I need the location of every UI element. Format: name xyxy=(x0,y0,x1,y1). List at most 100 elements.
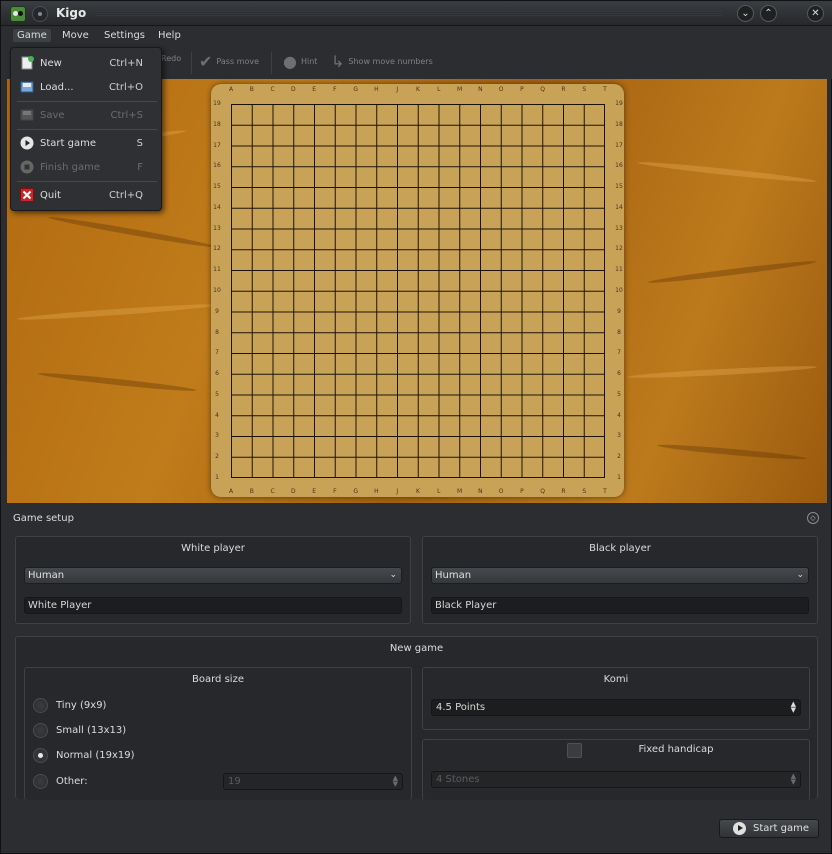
minimize-icon[interactable]: ⌄ xyxy=(737,5,754,22)
new-document-icon xyxy=(21,56,34,70)
close-icon[interactable]: ✕ xyxy=(807,5,824,22)
row-label: 13 xyxy=(213,224,221,232)
row-label: 1 xyxy=(617,474,621,481)
window-title: Kigo xyxy=(56,6,87,20)
kigo-app-icon[interactable] xyxy=(10,6,26,22)
row-label: 14 xyxy=(213,203,221,211)
collapse-icon[interactable]: ◇ xyxy=(807,512,819,524)
column-label: K xyxy=(416,488,420,495)
board-size-other-value: 19 xyxy=(228,776,241,787)
hint-button[interactable]: ● Hint xyxy=(283,52,317,71)
wood-grain xyxy=(17,302,217,322)
wood-grain xyxy=(47,214,217,250)
chevron-down-icon: ⌄ xyxy=(796,570,804,580)
chevron-down-icon: ⌄ xyxy=(389,570,397,580)
row-label: 3 xyxy=(617,432,621,440)
go-board[interactable]: ABCDEFGHJKLMNOPQRST ABCDEFGHJKLMNOPQRST … xyxy=(211,84,624,497)
row-label: 4 xyxy=(617,411,621,419)
column-label: C xyxy=(270,86,275,93)
menu-item-new[interactable]: New Ctrl+N xyxy=(11,52,161,74)
column-label: R xyxy=(561,488,566,495)
white-player-name-field[interactable]: White Player xyxy=(24,597,402,614)
board-size-small-label: Small (13x13) xyxy=(56,724,127,736)
row-label: 8 xyxy=(617,328,621,336)
black-player-type-select[interactable]: Human ⌄ xyxy=(431,567,809,584)
play-icon xyxy=(733,822,746,835)
column-label: B xyxy=(249,488,254,495)
radio-button[interactable] xyxy=(33,722,48,738)
column-label: J xyxy=(396,488,399,495)
row-label: 6 xyxy=(215,370,219,378)
handicap-spinbox[interactable]: 4 Stones ▲ ▼ xyxy=(431,771,801,788)
row-label: 6 xyxy=(617,370,621,378)
spin-arrows-icon: ▲ ▼ xyxy=(392,774,398,788)
maximize-icon[interactable]: ⌃ xyxy=(760,5,777,22)
row-label: 1 xyxy=(215,474,219,481)
column-label: A xyxy=(228,86,234,93)
menu-item-finish-game[interactable]: Finish game F xyxy=(11,156,161,178)
white-player-type-select[interactable]: Human ⌄ xyxy=(24,567,402,584)
row-label: 10 xyxy=(615,287,623,294)
column-label: T xyxy=(603,488,607,495)
radio-button-checked[interactable] xyxy=(33,747,48,763)
menu-move[interactable]: Move xyxy=(58,29,93,42)
board-size-other-option[interactable]: Other: xyxy=(33,772,88,790)
menu-item-save-shortcut: Ctrl+S xyxy=(110,109,143,121)
hint-label: Hint xyxy=(300,57,318,66)
row-label: 18 xyxy=(213,120,221,128)
radio-button[interactable] xyxy=(33,697,48,713)
column-label: O xyxy=(498,488,504,495)
wood-grain xyxy=(647,258,817,286)
start-game-button[interactable]: Start game xyxy=(719,819,819,838)
board-size-small-option[interactable]: Small (13x13) xyxy=(33,721,126,739)
row-label: 15 xyxy=(615,183,623,191)
white-player-type-value: Human xyxy=(28,570,65,581)
menu-help[interactable]: Help xyxy=(154,29,185,42)
spin-arrows-icon: ▲ ▼ xyxy=(790,700,796,714)
quit-icon xyxy=(20,188,34,202)
show-move-numbers-button[interactable]: ↳ Show move numbers xyxy=(331,52,433,71)
menu-settings[interactable]: Settings xyxy=(100,29,149,42)
menu-item-save[interactable]: Save Ctrl+S xyxy=(11,104,161,126)
wood-grain xyxy=(657,442,807,462)
spin-arrows-icon: ▲ ▼ xyxy=(790,772,796,786)
menu-item-start-game[interactable]: Start game S xyxy=(11,132,161,154)
main-window: Kigo ⌄ ⌃ ✕ Game Move Settings Help Redo … xyxy=(0,0,832,854)
stop-icon xyxy=(20,160,34,174)
column-label: R xyxy=(561,86,566,93)
black-player-name-field[interactable]: Black Player xyxy=(431,597,809,614)
column-label: H xyxy=(374,488,379,495)
new-game-title: New game xyxy=(389,643,444,654)
row-label: 9 xyxy=(215,307,219,315)
column-label: F xyxy=(333,86,337,93)
menu-item-quit[interactable]: Quit Ctrl+Q xyxy=(11,184,161,206)
pass-move-button[interactable]: ✔ Pass move xyxy=(199,52,259,71)
redo-button[interactable]: Redo xyxy=(161,54,181,63)
menu-separator xyxy=(17,181,157,182)
column-label: L xyxy=(437,488,441,495)
board-grid[interactable] xyxy=(231,104,605,478)
menu-game[interactable]: Game xyxy=(13,29,51,42)
column-label: M xyxy=(456,86,463,93)
menu-item-load[interactable]: Load... Ctrl+O xyxy=(11,76,161,98)
title-bar-decoration xyxy=(96,11,723,16)
title-bar[interactable]: Kigo ⌄ ⌃ ✕ xyxy=(1,1,832,26)
game-menu-popup: New Ctrl+N Load... Ctrl+O Save Ctrl+S St… xyxy=(10,47,162,211)
window-menu-icon[interactable] xyxy=(32,6,48,22)
white-player-group: White player Human ⌄ White Player xyxy=(15,536,411,624)
column-label: H xyxy=(374,86,379,93)
row-label: 16 xyxy=(615,162,623,170)
start-game-label: Start game xyxy=(753,823,809,834)
row-label: 12 xyxy=(615,245,623,253)
column-label: T xyxy=(603,86,607,93)
row-label: 11 xyxy=(213,266,221,274)
komi-spinbox[interactable]: 4.5 Points ▲ ▼ xyxy=(431,699,801,716)
row-label: 9 xyxy=(617,307,621,315)
board-size-other-spinbox[interactable]: 19 ▲ ▼ xyxy=(223,773,403,790)
menu-item-new-label: New xyxy=(40,57,62,69)
radio-button[interactable] xyxy=(33,773,48,789)
row-label: 7 xyxy=(617,349,621,357)
board-size-normal-option[interactable]: Normal (19x19) xyxy=(33,746,135,764)
column-label: S xyxy=(582,86,587,93)
board-size-tiny-option[interactable]: Tiny (9x9) xyxy=(33,696,106,714)
